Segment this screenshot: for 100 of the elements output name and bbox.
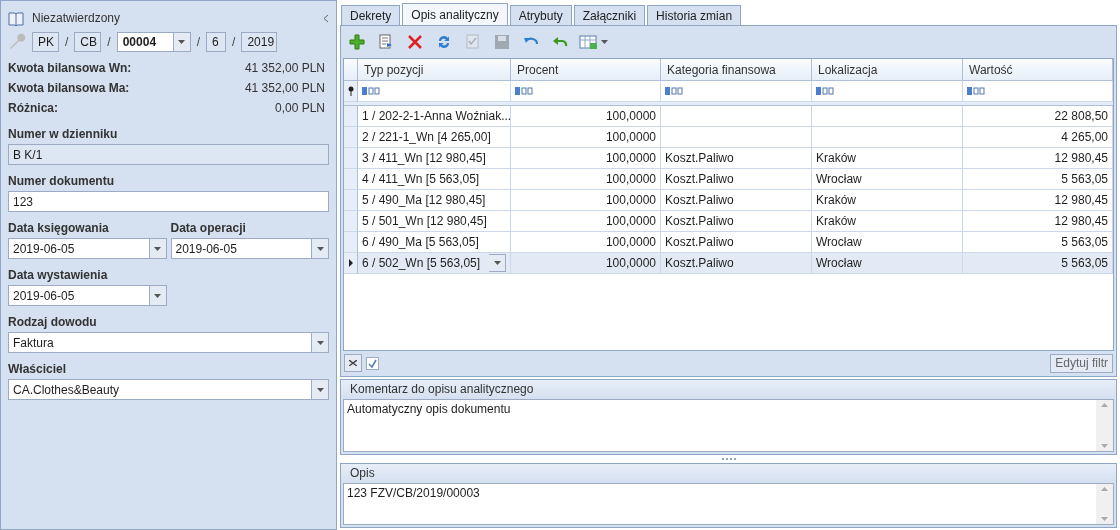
check-icon: [368, 358, 377, 368]
scroll-down-icon[interactable]: [1101, 444, 1108, 449]
table-cell: 12 980,45: [1054, 214, 1108, 228]
tab[interactable]: Opis analityczny: [402, 3, 508, 25]
number-field[interactable]: 6: [206, 32, 227, 52]
table-cell: Wrocław: [816, 172, 862, 186]
table-row[interactable]: 6 / 502_Wn [5 563,05] 100,0000 Koszt.Paliwo Wrocław 5 563,05: [344, 253, 1113, 274]
table-row[interactable]: 6 / 490_Ma [5 563,05] 100,0000 Koszt.Paliwo Wrocław 5 563,05: [344, 232, 1113, 253]
table-cell: 100,0000: [605, 109, 656, 123]
save-icon: [494, 34, 510, 50]
text-filter-icon[interactable]: [362, 87, 380, 95]
column-header[interactable]: Procent: [511, 59, 661, 81]
separator: /: [232, 35, 236, 49]
summary-value: 0,00 PLN: [274, 101, 325, 115]
field-label: Data wystawienia: [8, 267, 109, 284]
pin-icon: [347, 86, 354, 96]
text-filter-icon[interactable]: [967, 87, 985, 95]
number-field[interactable]: PK: [32, 32, 59, 52]
column-header[interactable]: Lokalizacja: [812, 59, 963, 81]
table-cell: 6 / 490_Ma [5 563,05]: [362, 235, 479, 249]
field-label: Numer w dzienniku: [8, 126, 119, 143]
date-field[interactable]: 2019-06-05: [8, 285, 150, 306]
dropdown-button[interactable]: [312, 238, 329, 259]
separator: /: [65, 35, 69, 49]
column-header[interactable]: Typ pozycji: [358, 59, 511, 81]
table-row[interactable]: 5 / 490_Ma [12 980,45] 100,0000 Koszt.Paliwo Kraków 12 980,45: [344, 190, 1113, 211]
field-label: Rodzaj dowodu: [8, 314, 98, 331]
filter-checkbox[interactable]: [366, 356, 379, 370]
field-label: Data księgowania: [8, 220, 110, 237]
table-row[interactable]: 5 / 501_Wn [12 980,45] 100,0000 Koszt.Paliwo Kraków 12 980,45: [344, 211, 1113, 232]
summary-value: 41 352,00 PLN: [244, 61, 325, 75]
column-header[interactable]: Kategoria finansowa: [661, 59, 812, 81]
table-cell: Koszt.Paliwo: [665, 172, 734, 186]
dropdown-field[interactable]: CA.Clothes&Beauty: [8, 379, 312, 400]
table-cell: 5 563,05: [1061, 172, 1108, 186]
summary-label: Kwota bilansowa Wn:: [8, 61, 132, 75]
number-field[interactable]: 2019: [241, 32, 278, 52]
dropdown-button[interactable]: [312, 332, 329, 353]
table-row[interactable]: 3 / 411_Wn [12 980,45] 100,0000 Koszt.Paliwo Kraków 12 980,45: [344, 148, 1113, 169]
table-cell: 6 / 502_Wn [5 563,05]: [362, 256, 481, 270]
separator: /: [107, 35, 111, 49]
table-row[interactable]: 4 / 411_Wn [5 563,05] 100,0000 Koszt.Paliwo Wrocław 5 563,05: [344, 169, 1113, 190]
caret-icon: [493, 261, 501, 265]
caret-icon: [154, 293, 161, 298]
table-cell: Koszt.Paliwo: [665, 214, 734, 228]
separator: /: [196, 35, 201, 49]
number-field[interactable]: 00004: [116, 32, 174, 52]
document-icon: [378, 34, 394, 50]
column-header[interactable]: Wartość: [963, 59, 1113, 81]
table-cell: 5 / 490_Ma [12 980,45]: [362, 193, 486, 207]
table-cell: Wrocław: [816, 256, 862, 270]
caret-icon: [154, 246, 161, 251]
table-cell: Koszt.Paliwo: [665, 151, 734, 165]
table-row[interactable]: 2 / 221-1_Wn [4 265,00] 100,0000 4 265,00: [344, 127, 1113, 148]
table-cell: 100,0000: [605, 151, 656, 165]
number-field[interactable]: CB: [74, 32, 102, 52]
collapse-icon[interactable]: [322, 13, 329, 23]
summary-label: Kwota bilansowa Ma:: [8, 81, 130, 95]
readonly-field: B K/1: [8, 144, 329, 165]
text-filter-icon[interactable]: [515, 87, 533, 95]
tab[interactable]: Dekrety: [341, 5, 401, 25]
table-cell: 12 980,45: [1054, 193, 1108, 207]
scroll-down-icon[interactable]: [1101, 517, 1108, 521]
table-cell: Koszt.Paliwo: [665, 235, 734, 249]
close-icon: [349, 360, 357, 367]
status-label: Niezatwierdzony: [32, 11, 122, 25]
dropdown-field[interactable]: Faktura: [8, 332, 312, 353]
tab[interactable]: Załączniki: [573, 5, 646, 25]
table-export-icon: [579, 34, 609, 50]
book-icon: [8, 10, 24, 26]
table-cell: Kraków: [816, 193, 856, 207]
clear-filter-button[interactable]: [344, 354, 362, 373]
table-cell: Koszt.Paliwo: [665, 193, 734, 207]
comment-field[interactable]: Automatyczny opis dokumentu: [343, 398, 1114, 453]
text-filter-icon[interactable]: [665, 87, 683, 95]
text-filter-icon[interactable]: [816, 87, 834, 95]
delete-icon: [407, 34, 423, 50]
edit-filter-button[interactable]: Edytuj filtr: [1050, 353, 1113, 373]
splitter-grip-icon[interactable]: [721, 458, 736, 461]
dropdown-button[interactable]: [489, 254, 506, 272]
caret-icon: [316, 387, 324, 392]
tab[interactable]: Atrybuty: [509, 5, 572, 25]
summary-label: Różnica:: [8, 101, 58, 115]
toolbar-button[interactable]: [346, 31, 368, 53]
text-field[interactable]: 123: [8, 191, 329, 212]
tab[interactable]: Historia zmian: [647, 5, 742, 25]
scroll-up-icon[interactable]: [1101, 402, 1108, 407]
description-field[interactable]: 123 FZV/CB/2019/00003: [343, 482, 1114, 525]
table-cell: Kraków: [816, 214, 856, 228]
table-row[interactable]: 1 / 202-2-1-Anna Woźniak... 100,0000 22 808,50: [344, 106, 1113, 127]
caret-icon: [316, 340, 324, 345]
date-field[interactable]: 2019-06-05: [170, 238, 312, 259]
dropdown-button[interactable]: [312, 379, 329, 400]
plus-icon: [349, 34, 365, 50]
scroll-up-icon[interactable]: [1101, 486, 1108, 491]
table-cell: 100,0000: [605, 235, 656, 249]
field-label: Data operacji: [170, 220, 247, 237]
table-cell: 4 265,00: [1061, 130, 1108, 144]
date-field[interactable]: 2019-06-05: [8, 238, 150, 259]
table-cell: 3 / 411_Wn [12 980,45]: [362, 151, 486, 165]
